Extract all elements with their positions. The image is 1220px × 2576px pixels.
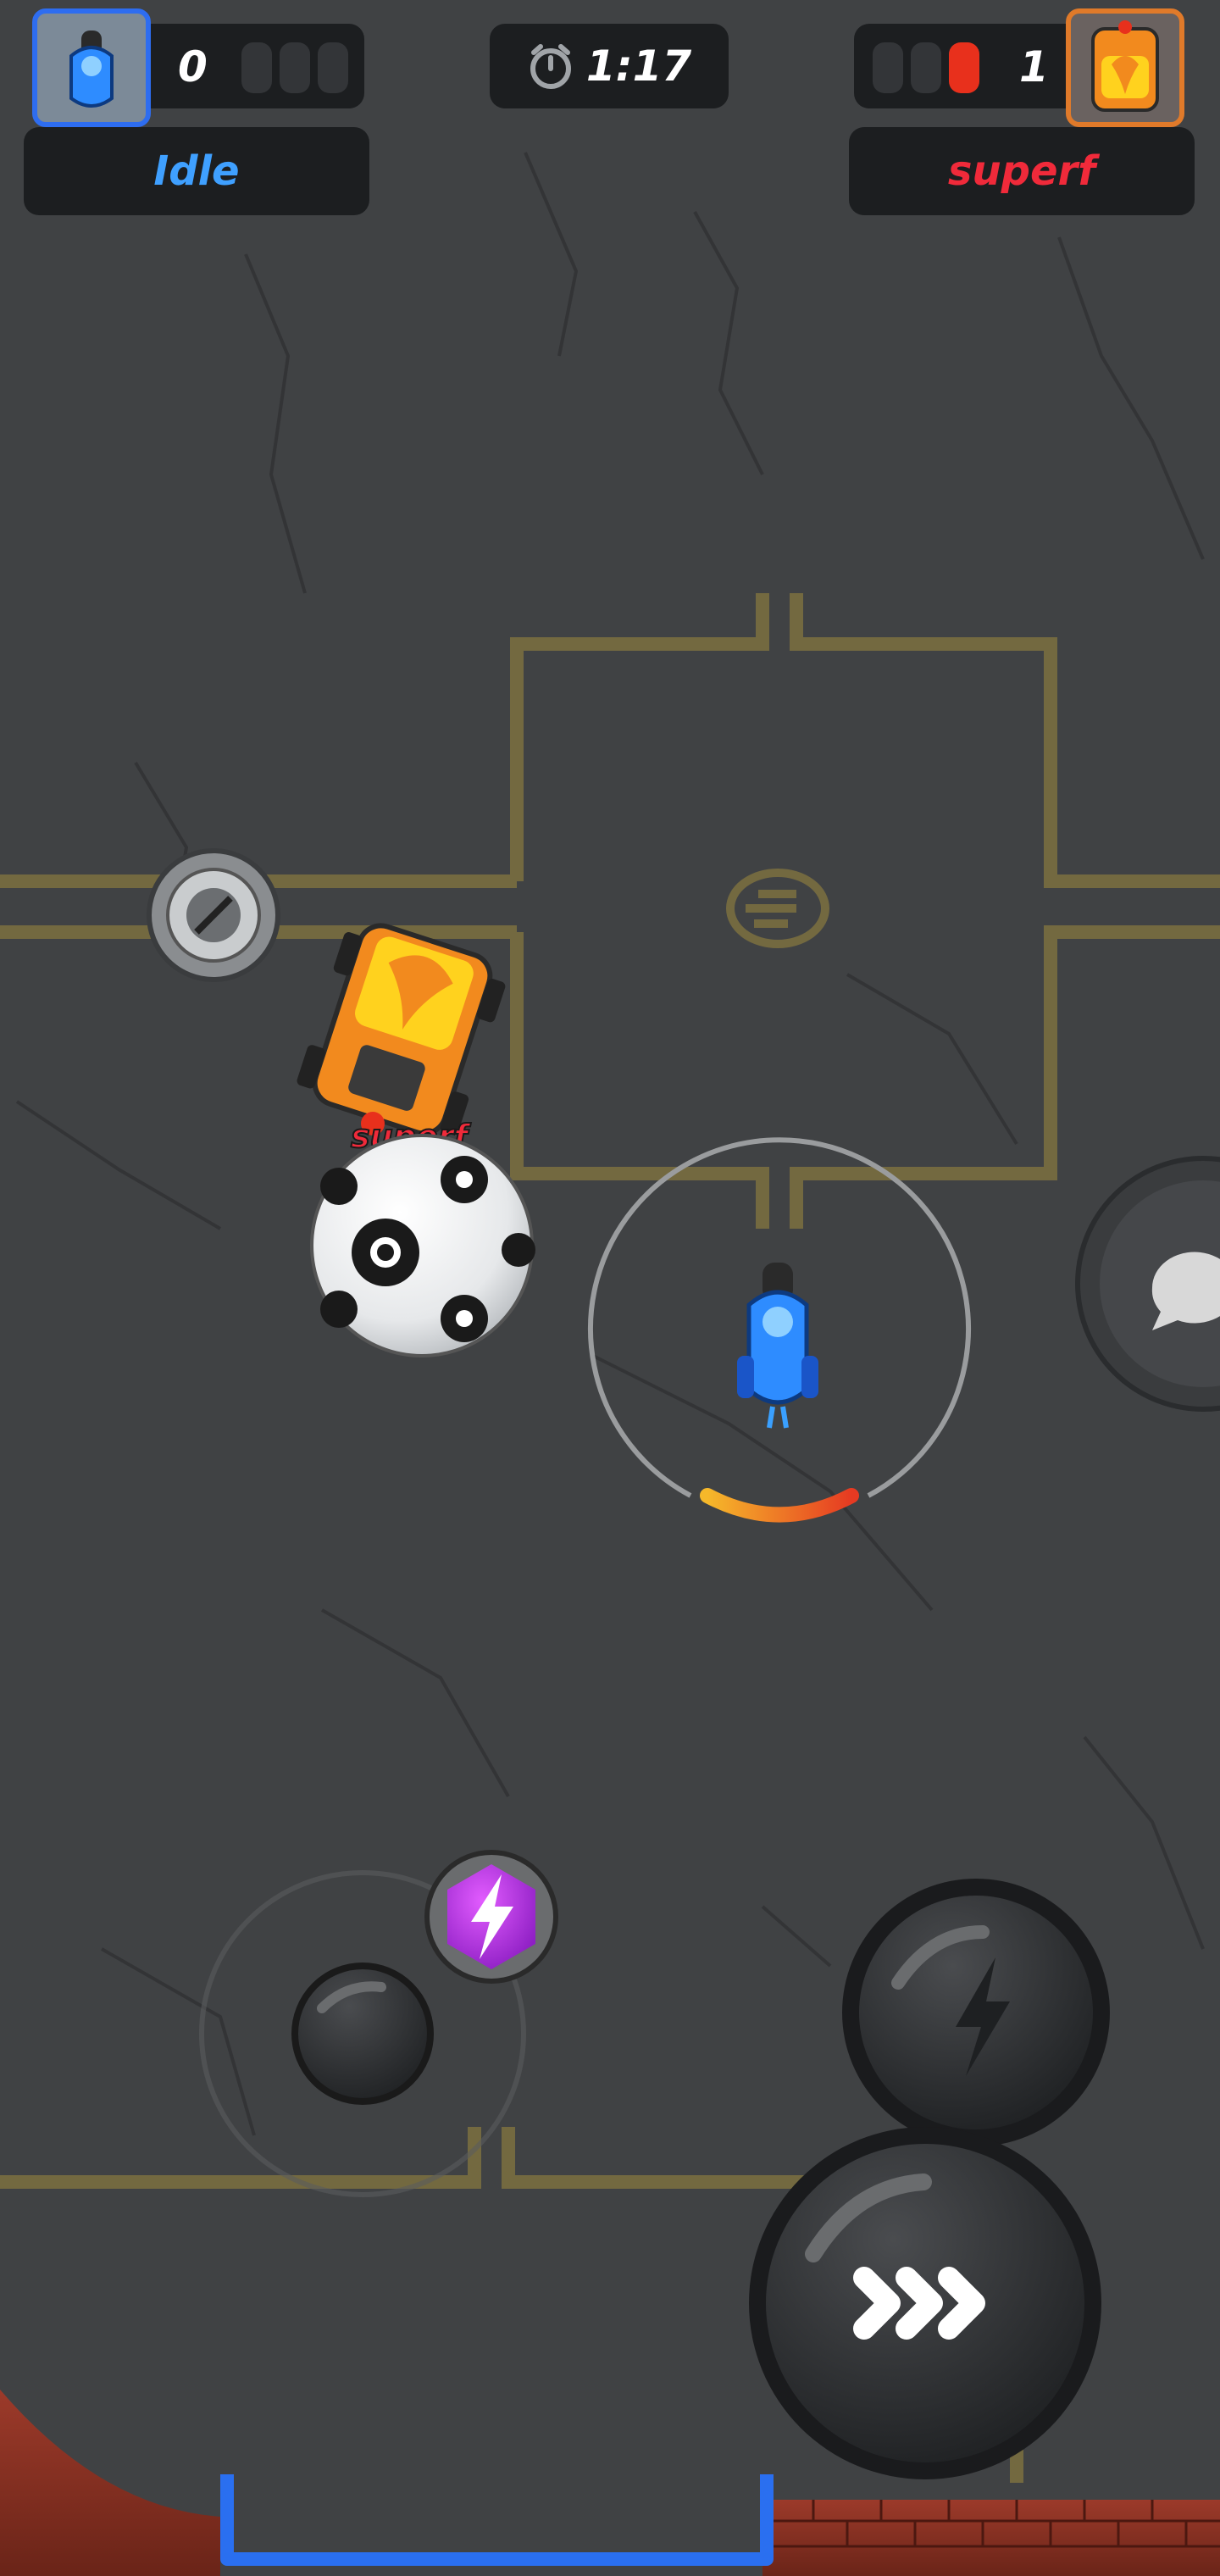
right-player-name-panel: superf [849, 127, 1195, 215]
boost-meter [700, 1488, 859, 1523]
left-score: 0 [178, 42, 208, 92]
left-score-pip [318, 42, 348, 93]
right-player-avatar [1066, 8, 1184, 127]
chat-button[interactable] [1084, 1158, 1220, 1409]
right-score-pip-filled [949, 42, 979, 93]
right-player-name: superf [947, 147, 1096, 195]
right-score-pip [911, 42, 941, 93]
timer-value: 1:17 [585, 42, 692, 91]
boost-button[interactable] [842, 1879, 1110, 2146]
bumper-obstacle [147, 848, 280, 982]
player-car [737, 1263, 818, 1429]
dash-button[interactable] [749, 2127, 1101, 2479]
enemy-car [297, 923, 506, 1136]
right-score-pip [873, 42, 903, 93]
powerup-button[interactable] [427, 1852, 556, 1981]
match-timer: 1:17 [490, 24, 729, 108]
left-player-name: Idle [153, 147, 240, 195]
center-logo [726, 869, 829, 948]
ground-cracks [15, 152, 1205, 2136]
player-goal [220, 2474, 774, 2566]
left-score-pip [280, 42, 310, 93]
ball [310, 1134, 535, 1357]
left-score-pip [241, 42, 272, 93]
stopwatch-icon [530, 44, 571, 89]
left-player-avatar [32, 8, 151, 127]
right-score: 1 [1019, 42, 1049, 92]
left-player-name-panel: Idle [24, 127, 369, 215]
